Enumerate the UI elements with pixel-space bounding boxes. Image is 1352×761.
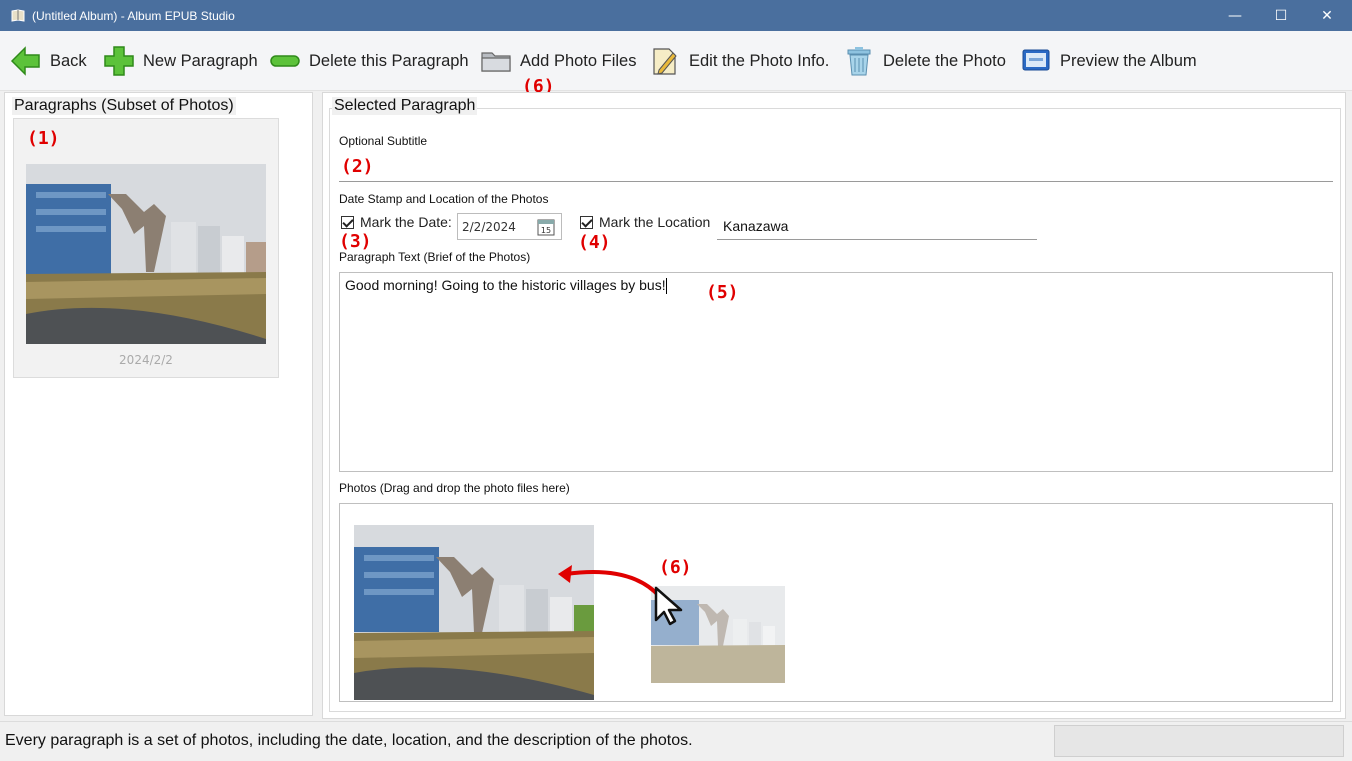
edit-document-icon (649, 45, 681, 77)
mark-date-label: Mark the Date: (360, 214, 452, 230)
preview-album-label: Preview the Album (1060, 51, 1197, 70)
delete-paragraph-button[interactable]: Delete this Paragraph (269, 44, 469, 78)
date-value: 2/2/2024 (462, 219, 516, 234)
trash-icon (843, 45, 875, 77)
photos-label: Photos (Drag and drop the photo files he… (339, 481, 570, 495)
add-photo-files-button[interactable]: Add Photo Files (480, 44, 636, 78)
edit-photo-info-label: Edit the Photo Info. (689, 51, 830, 70)
maximize-button[interactable]: ☐ (1258, 0, 1304, 31)
paragraph-text-value: Good morning! Going to the historic vill… (345, 277, 666, 293)
add-photo-files-label: Add Photo Files (520, 51, 637, 70)
new-paragraph-button[interactable]: New Paragraph (103, 44, 258, 78)
status-bar: Every paragraph is a set of photos, incl… (0, 721, 1352, 761)
folder-icon (480, 45, 512, 77)
back-arrow-icon (10, 45, 42, 77)
text-caret (665, 278, 667, 295)
status-message: Every paragraph is a set of photos, incl… (5, 732, 693, 749)
delete-photo-label: Delete the Photo (883, 51, 1006, 70)
paragraph-text-area[interactable]: Good morning! Going to the historic vill… (339, 272, 1333, 472)
paragraph-text-label: Paragraph Text (Brief of the Photos) (339, 250, 531, 264)
close-button[interactable]: ✕ (1304, 0, 1350, 31)
delete-photo-button[interactable]: Delete the Photo (843, 44, 1006, 78)
date-picker[interactable]: 2/2/2024 15 (457, 213, 562, 240)
annotation-3: (3) (339, 231, 372, 252)
delete-paragraph-label: Delete this Paragraph (309, 51, 469, 70)
calendar-icon[interactable]: 15 (537, 218, 555, 236)
minus-icon (269, 45, 301, 77)
paragraph-card[interactable]: 2024/2/2 (13, 118, 279, 378)
paragraph-date: 2024/2/2 (119, 353, 173, 367)
mark-location-checkbox[interactable]: Mark the Location (580, 214, 710, 230)
new-paragraph-label: New Paragraph (143, 51, 258, 70)
toolbar: Back New Paragraph Delete this Paragraph… (0, 31, 1352, 91)
mark-date-checkbox[interactable]: Mark the Date: (341, 214, 452, 230)
preview-album-button[interactable]: Preview the Album (1020, 44, 1197, 78)
mark-date-check-icon (341, 215, 354, 229)
annotation-5: (5) (706, 282, 739, 303)
status-progress-box (1054, 725, 1344, 757)
annotation-4: (4) (578, 232, 611, 253)
app-book-icon (10, 8, 26, 24)
preview-monitor-icon (1020, 45, 1052, 77)
minimize-button[interactable]: — (1212, 0, 1258, 31)
mark-location-check-icon (580, 215, 593, 229)
title-bar: (Untitled Album) - Album EPUB Studio (0, 0, 1352, 31)
edit-photo-info-button[interactable]: Edit the Photo Info. (649, 44, 829, 78)
annotation-2: (2) (341, 156, 374, 177)
annotation-6-drop: (6) (659, 557, 692, 578)
subtitle-label: Optional Subtitle (339, 134, 428, 148)
photo-drop-area[interactable] (339, 503, 1333, 702)
window-title: (Untitled Album) - Album EPUB Studio (32, 8, 235, 23)
calendar-day-text: 15 (541, 226, 551, 235)
paragraphs-panel-title: Paragraphs (Subset of Photos) (12, 97, 236, 115)
date-location-label: Date Stamp and Location of the Photos (339, 192, 549, 206)
mouse-cursor-icon (654, 586, 683, 626)
back-button[interactable]: Back (10, 44, 87, 78)
back-label: Back (50, 51, 87, 70)
paragraphs-panel: 2024/2/2 (4, 92, 313, 716)
mark-location-label: Mark the Location (599, 214, 711, 230)
subtitle-input[interactable] (339, 152, 1333, 182)
annotation-1: (1) (27, 128, 60, 149)
location-input[interactable]: Kanazawa (717, 214, 1037, 240)
paragraph-thumbnail-image (26, 164, 266, 344)
plus-icon (103, 45, 135, 77)
selected-paragraph-title: Selected Paragraph (332, 97, 478, 115)
